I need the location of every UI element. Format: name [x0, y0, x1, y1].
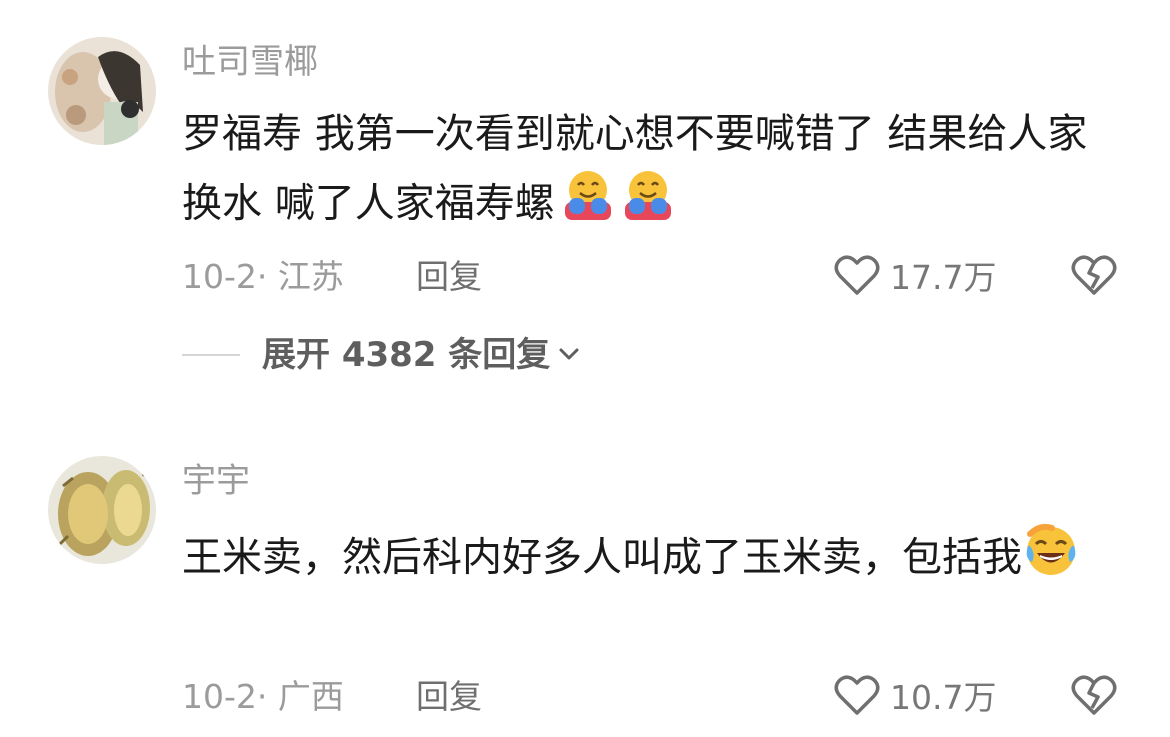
comment-text: 王米卖，然后科内好多人叫成了玉米卖，包括我 [182, 520, 1112, 599]
like-count: 17.7万 [890, 257, 997, 297]
like-count: 10.7万 [890, 677, 997, 717]
heart-icon [834, 674, 880, 720]
heart-icon [834, 254, 880, 300]
comment-text-content: 王米卖，然后科内好多人叫成了玉米卖，包括我 [182, 534, 1022, 581]
dislike-button[interactable] [1071, 254, 1117, 300]
expand-replies-label: 展开 4382 条回复 [262, 335, 551, 375]
dislike-button[interactable] [1071, 674, 1117, 720]
avatar[interactable] [48, 37, 156, 145]
like-button[interactable]: 10.7万 [834, 674, 996, 720]
username[interactable]: 宇宇 [182, 464, 250, 498]
username[interactable]: 吐司雪椰 [182, 45, 318, 79]
comment-date-location: 10-2· 江苏 [182, 257, 344, 296]
broken-heart-icon [1071, 675, 1117, 720]
broken-heart-icon [1071, 255, 1117, 300]
comment-list: 吐司雪椰 罗福寿 我第一次看到就心想不要喊错了 结果给人家换水 喊了人家福寿螺 … [0, 0, 1170, 737]
reply-button[interactable]: 回复 [416, 680, 482, 713]
comment-date-location: 10-2· 广西 [182, 677, 344, 716]
reply-button[interactable]: 回复 [416, 260, 482, 293]
avatar[interactable] [48, 456, 156, 564]
chevron-down-icon [558, 346, 580, 365]
divider [182, 354, 240, 356]
expand-replies-button[interactable]: 展开 4382 条回复 [182, 338, 580, 372]
hugging-face-icon [621, 168, 675, 243]
comment-text: 罗福寿 我第一次看到就心想不要喊错了 结果给人家换水 喊了人家福寿螺 [182, 100, 1112, 243]
crying-laughing-icon [1022, 520, 1080, 599]
hugging-face-icon [561, 168, 615, 243]
like-button[interactable]: 17.7万 [834, 254, 996, 300]
